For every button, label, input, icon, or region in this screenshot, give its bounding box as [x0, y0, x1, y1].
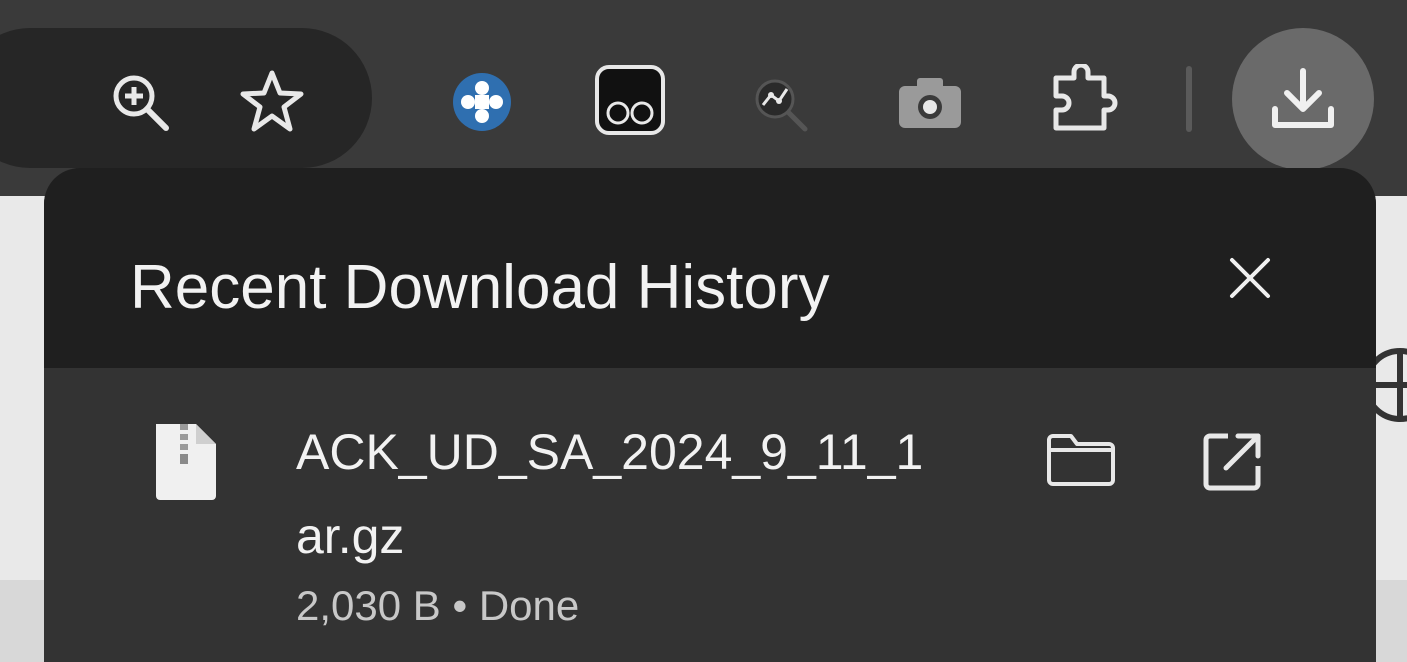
- download-history-popup: Recent Download History ACK_UD_SA_2024_9…: [44, 168, 1376, 662]
- plus-circle-extension-icon[interactable]: [446, 66, 518, 138]
- popup-header: Recent Download History: [44, 168, 1376, 368]
- folder-icon: [1047, 434, 1115, 486]
- graph-search-extension-icon[interactable]: [744, 66, 816, 138]
- star-icon[interactable]: [236, 66, 308, 138]
- download-icon: [1272, 68, 1334, 128]
- browser-toolbar: [0, 0, 1407, 196]
- close-button[interactable]: [1212, 240, 1288, 316]
- camera-extension-icon[interactable]: [892, 66, 968, 138]
- show-in-folder-button[interactable]: [1040, 424, 1122, 496]
- toolbar-divider: [1186, 66, 1192, 132]
- puzzle-icon[interactable]: [1042, 60, 1122, 140]
- close-icon: [1230, 258, 1270, 298]
- archive-file-icon: [156, 424, 216, 500]
- open-file-button[interactable]: [1192, 422, 1272, 502]
- open-external-icon: [1203, 433, 1261, 491]
- file-name-line1[interactable]: ACK_UD_SA_2024_9_11_1: [296, 420, 996, 484]
- file-status: 2,030 B • Done: [296, 582, 580, 629]
- address-bar[interactable]: [0, 28, 372, 168]
- download-item[interactable]: ACK_UD_SA_2024_9_11_1 ar.gz 2,030 B • Do…: [44, 368, 1376, 662]
- browser-window: Recent Download History ACK_UD_SA_2024_9…: [0, 0, 1407, 662]
- zoom-in-icon[interactable]: [104, 66, 176, 138]
- file-name-line2[interactable]: ar.gz: [296, 504, 404, 568]
- glasses-extension-icon[interactable]: [590, 60, 670, 140]
- popup-title: Recent Download History: [130, 253, 830, 322]
- download-button[interactable]: [1232, 28, 1374, 170]
